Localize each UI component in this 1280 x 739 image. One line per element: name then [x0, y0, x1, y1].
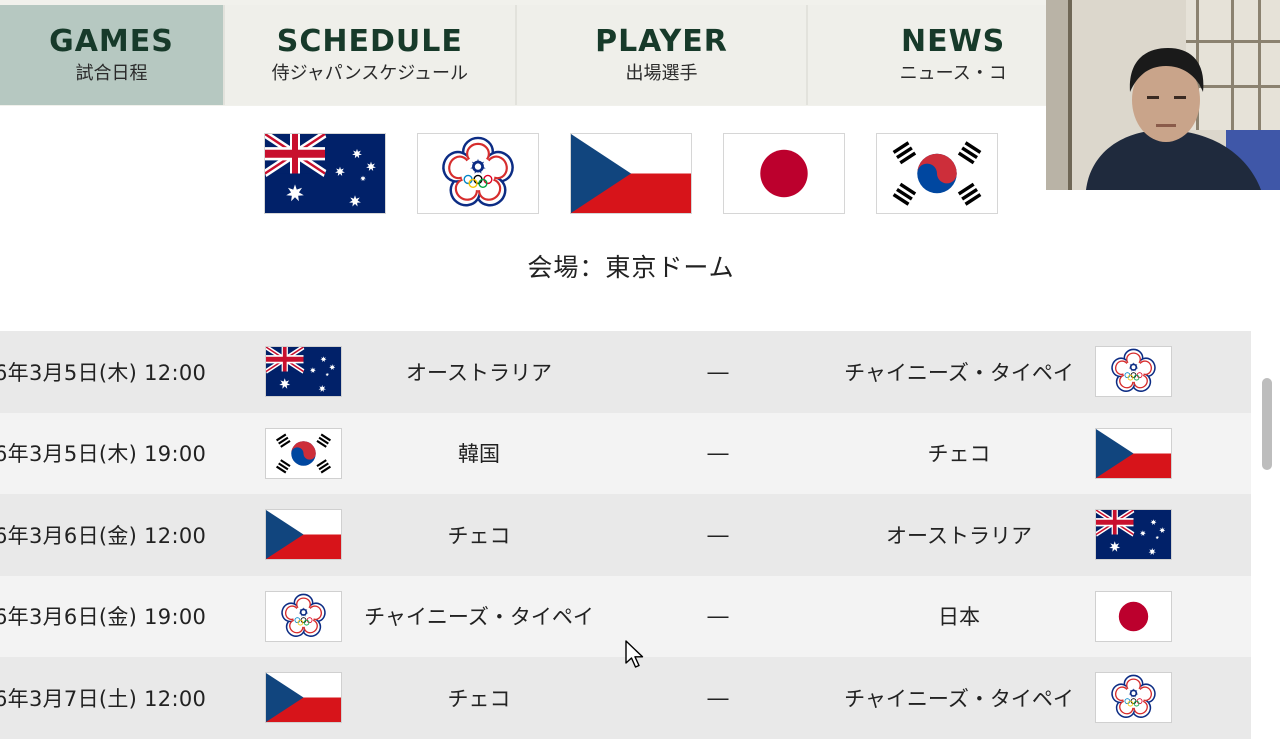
tab-games-subtitle: 試合日程	[75, 63, 148, 84]
tab-player[interactable]: PLAYER 出場選手	[516, 5, 809, 105]
chinese-taipei-flag-icon[interactable]	[417, 133, 539, 214]
home-flag-icon	[265, 427, 342, 479]
away-team[interactable]: チャイニーズ・タイペイ	[826, 331, 1092, 413]
home-team[interactable]: 韓国	[350, 413, 608, 495]
versus-separator: ―	[707, 522, 729, 547]
versus-separator: ―	[707, 685, 729, 710]
table-row: 6年3月6日(金) 12:00 チェコ ― オーストラリア	[0, 494, 1251, 576]
home-flag-icon	[265, 672, 342, 724]
tab-games[interactable]: GAMES 試合日程	[0, 5, 225, 105]
tab-news-subtitle: ニュース・コ	[899, 63, 1007, 84]
home-flag-icon	[265, 590, 342, 642]
table-row: 6年3月5日(木) 19:00 韓国 ― チェコ	[0, 412, 1251, 495]
game-date: 6年3月6日(金) 19:00	[0, 605, 207, 630]
tab-schedule-title: SCHEDULE	[276, 24, 463, 59]
versus-separator: ―	[707, 441, 729, 466]
away-flag-icon	[1095, 672, 1172, 724]
game-date: 6年3月5日(木) 12:00	[0, 360, 207, 385]
game-date: 6年3月5日(木) 19:00	[0, 442, 207, 467]
home-team[interactable]: チャイニーズ・タイペイ	[350, 576, 608, 658]
home-flag-icon	[265, 346, 342, 398]
webcam-overlay	[1046, 0, 1280, 190]
korea-flag-icon[interactable]	[876, 133, 998, 214]
tab-player-subtitle: 出場選手	[625, 63, 698, 84]
home-team[interactable]: チェコ	[350, 494, 608, 576]
away-team[interactable]: オーストラリア	[826, 494, 1092, 576]
away-team[interactable]: 日本	[826, 576, 1092, 658]
tab-games-title: GAMES	[49, 24, 174, 59]
game-date: 6年3月7日(土) 12:00	[0, 686, 207, 711]
game-date: 6年3月6日(金) 12:00	[0, 523, 207, 548]
scrollbar-thumb[interactable]	[1262, 378, 1272, 470]
schedule-table: 6年3月5日(木) 12:00 オーストラリア ― チャイニーズ・タイペイ 6年…	[0, 331, 1251, 739]
webcam-person-image	[1046, 0, 1280, 190]
table-row: 6年3月5日(木) 12:00 オーストラリア ― チャイニーズ・タイペイ	[0, 331, 1251, 413]
japan-flag-icon[interactable]	[723, 133, 845, 214]
tab-news-title: NEWS	[900, 24, 1006, 59]
home-team[interactable]: チェコ	[350, 657, 608, 739]
czech-flag-icon[interactable]	[570, 133, 692, 214]
australia-flag-icon[interactable]	[264, 133, 386, 214]
versus-separator: ―	[707, 359, 729, 384]
tab-schedule[interactable]: SCHEDULE 侍ジャパンスケジュール	[224, 5, 517, 105]
away-flag-icon	[1095, 590, 1172, 642]
away-flag-icon	[1095, 509, 1172, 561]
participant-flags	[264, 133, 998, 214]
mouse-cursor-icon	[625, 640, 644, 668]
tab-schedule-subtitle: 侍ジャパンスケジュール	[271, 63, 468, 84]
top-navigation: GAMES 試合日程 SCHEDULE 侍ジャパンスケジュール PLAYER 出…	[0, 0, 1100, 106]
away-team[interactable]: チェコ	[826, 413, 1092, 495]
scrollbar[interactable]	[1262, 320, 1272, 720]
venue-label: 会場：東京ドーム	[527, 253, 735, 282]
tab-player-title: PLAYER	[595, 24, 728, 59]
home-flag-icon	[265, 509, 342, 561]
versus-separator: ―	[707, 604, 729, 629]
home-team[interactable]: オーストラリア	[350, 331, 608, 413]
away-team[interactable]: チャイニーズ・タイペイ	[826, 657, 1092, 739]
away-flag-icon	[1095, 427, 1172, 479]
away-flag-icon	[1095, 346, 1172, 398]
